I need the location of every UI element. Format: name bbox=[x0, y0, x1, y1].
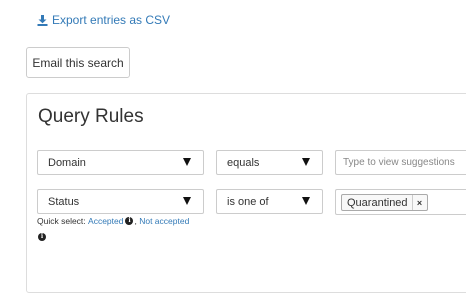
domain-value-input[interactable] bbox=[335, 150, 466, 175]
operator-select-value: equals bbox=[227, 156, 260, 169]
caret-down-icon bbox=[302, 158, 310, 166]
quick-select-accepted[interactable]: Accepted bbox=[88, 216, 123, 226]
export-csv-link[interactable]: Export entries as CSV bbox=[37, 13, 170, 27]
tag-label: Quarantined bbox=[347, 196, 408, 209]
operator-select-value: is one of bbox=[227, 195, 269, 208]
field-select-status[interactable]: Status bbox=[37, 189, 204, 214]
export-csv-label[interactable]: Export entries as CSV bbox=[52, 13, 170, 27]
caret-down-icon bbox=[183, 197, 191, 205]
info-icon[interactable]: i bbox=[125, 217, 134, 225]
quick-select-not-accepted[interactable]: Not accepted bbox=[139, 216, 189, 226]
operator-select-equals[interactable]: equals bbox=[216, 150, 323, 175]
email-search-button[interactable]: Email this search bbox=[26, 47, 130, 78]
caret-down-icon bbox=[183, 158, 191, 166]
field-select-domain[interactable]: Domain bbox=[37, 150, 204, 175]
remove-tag-icon[interactable]: × bbox=[411, 195, 427, 210]
operator-select-is-one-of[interactable]: is one of bbox=[216, 189, 323, 214]
quick-select-prefix: Quick select: bbox=[37, 216, 86, 226]
quick-select: Quick select: Accepted i, Not accepted bbox=[37, 216, 189, 226]
tag-quarantined: Quarantined × bbox=[341, 194, 428, 211]
field-select-value: Domain bbox=[48, 156, 86, 169]
info-icon[interactable]: i bbox=[38, 233, 46, 241]
download-icon bbox=[37, 14, 48, 26]
field-select-value: Status bbox=[48, 195, 80, 208]
caret-down-icon bbox=[302, 197, 310, 205]
panel-title: Query Rules bbox=[38, 106, 144, 127]
